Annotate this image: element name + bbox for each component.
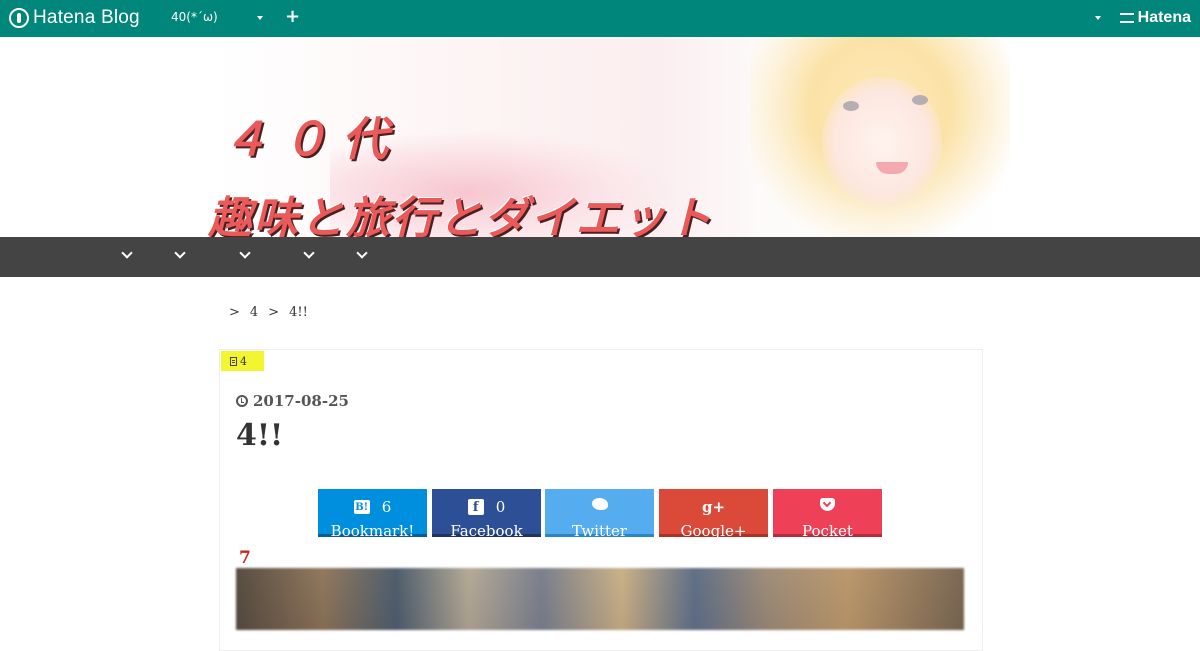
breadcrumb-separator: >: [268, 305, 280, 320]
share-hatena-bookmark-button[interactable]: B! 6 Bookmark!: [318, 489, 427, 540]
share-label: Twitter: [571, 522, 628, 540]
chevron-down-icon: [121, 247, 133, 259]
hatena-account-menu[interactable]: Hatena: [1119, 9, 1191, 27]
breadcrumb-item[interactable]: 4: [250, 305, 258, 320]
share-google-plus-button[interactable]: g+ Google+: [659, 489, 768, 540]
blog-header-image[interactable]: ４０代 趣味と旅行とダイエット: [0, 37, 1200, 237]
twitter-icon: [591, 498, 608, 510]
nav-dropdown-4[interactable]: [303, 247, 317, 261]
category-label: 4: [240, 354, 247, 368]
entry-photo: [236, 568, 964, 630]
share-label: Bookmark!: [330, 522, 415, 540]
chevron-down-icon: [174, 247, 186, 259]
hatena-bookmark-icon: B!: [353, 500, 370, 514]
share-pocket-button[interactable]: Pocket: [773, 489, 882, 540]
hatena-icon: [1119, 13, 1134, 23]
nav-dropdown-3[interactable]: [239, 247, 253, 261]
share-count: 6: [381, 498, 392, 516]
breadcrumb-current: 4!!: [289, 305, 308, 320]
clock-icon: [236, 395, 248, 407]
document-icon: [230, 356, 237, 366]
category-tag[interactable]: 4: [221, 351, 264, 371]
nav-dropdown-2[interactable]: [174, 247, 188, 261]
brand-text: Hatena Blog: [33, 7, 140, 28]
entry-date[interactable]: 2017-08-25: [236, 392, 349, 410]
breadcrumb-separator: >: [229, 305, 240, 320]
chevron-down-icon[interactable]: [1095, 16, 1101, 20]
entry-title[interactable]: 4!!: [236, 418, 283, 453]
chevron-down-icon: [239, 247, 251, 259]
nav-dropdown-1[interactable]: [121, 247, 135, 261]
share-label: Pocket: [802, 522, 853, 540]
google-plus-icon: g+: [701, 498, 726, 516]
facebook-icon: f: [467, 499, 484, 515]
blog-title-line1: ４０代: [222, 112, 402, 166]
hatena-topbar: Hatena Blog 40(*´ω) + Hatena: [0, 0, 1200, 37]
chevron-down-icon[interactable]: [257, 16, 263, 20]
add-entry-icon[interactable]: +: [285, 6, 300, 27]
breadcrumb: > 4 > 4!!: [229, 305, 308, 320]
header-portrait-eye: [912, 95, 928, 105]
share-twitter-button[interactable]: Twitter: [545, 489, 654, 540]
share-label: Google+: [680, 522, 747, 540]
nav-dropdown-5[interactable]: [356, 247, 370, 261]
blog-selector[interactable]: 40(*´ω): [171, 10, 218, 24]
global-nav: [0, 237, 1200, 277]
pocket-icon: [820, 498, 835, 511]
chevron-down-icon: [303, 247, 315, 259]
entry-date-text: 2017-08-25: [253, 392, 349, 410]
hatena-blog-logo[interactable]: Hatena Blog: [9, 7, 140, 29]
share-facebook-button[interactable]: f 0 Facebook: [432, 489, 541, 540]
share-count: 0: [495, 498, 506, 516]
header-portrait-eye: [843, 101, 859, 111]
chevron-down-icon: [356, 247, 368, 259]
hatena-blog-icon: [9, 8, 29, 28]
hatena-label: Hatena: [1137, 9, 1191, 26]
share-label: Facebook: [450, 522, 523, 540]
blog-title-line2: 趣味と旅行とダイエット: [208, 193, 714, 237]
section-heading: 7: [239, 548, 251, 568]
